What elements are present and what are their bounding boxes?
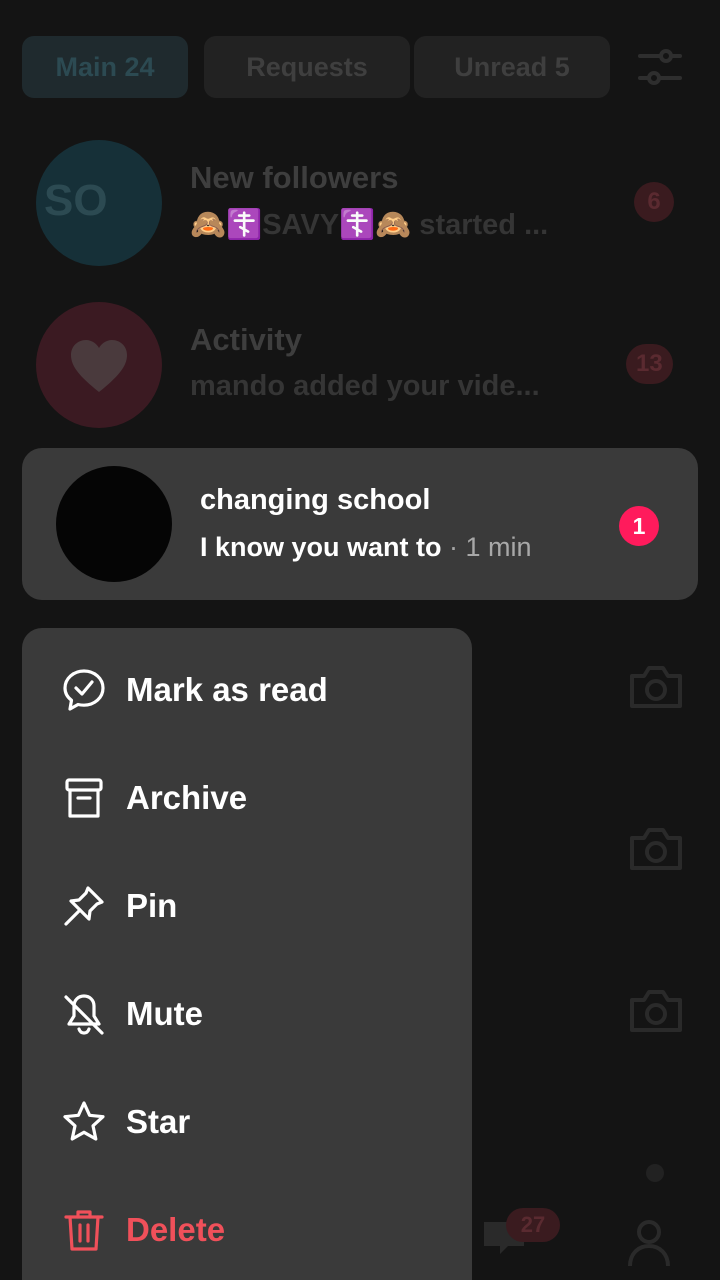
- avatar: [36, 302, 162, 428]
- menu-item-label: Pin: [126, 887, 178, 924]
- menu-item-label: Delete: [126, 1211, 226, 1248]
- camera-icon[interactable]: [628, 986, 684, 1034]
- star-icon: [63, 1101, 105, 1141]
- list-item-activity[interactable]: Activity mando added your vide... 13: [0, 294, 720, 434]
- avatar: SO: [36, 140, 162, 266]
- tab-main[interactable]: Main 24: [22, 36, 188, 98]
- menu-item-star[interactable]: Star: [22, 1068, 472, 1176]
- menu-item-delete[interactable]: Delete: [22, 1176, 472, 1280]
- menu-item-label: Mute: [126, 995, 203, 1032]
- menu-item-label: Star: [126, 1103, 191, 1140]
- selected-conversation[interactable]: changing school I know you want to · 1 m…: [22, 448, 698, 600]
- count-badge: 6: [634, 182, 674, 222]
- menu-item-mark-as-read[interactable]: Mark as read: [22, 636, 472, 744]
- avatar-initials: SO: [44, 176, 108, 225]
- menu-item-label: Mark as read: [126, 671, 328, 708]
- unread-badge: 1: [619, 506, 659, 546]
- inbox-tabs: Main 24 Requests Unread 5: [22, 36, 698, 98]
- camera-icon[interactable]: [628, 662, 684, 710]
- heart-icon: [71, 340, 127, 392]
- count-badge: 13: [626, 344, 673, 384]
- menu-item-label: Archive: [126, 779, 248, 816]
- status-dot: [646, 1164, 664, 1182]
- avatar: [56, 466, 172, 582]
- profile-nav-icon[interactable]: [626, 1218, 672, 1268]
- last-message: I know you want to: [200, 532, 442, 562]
- chat-check-icon: [63, 669, 105, 711]
- list-item-new-followers[interactable]: SO New followers 🙈☦️SAVY☦️🙈 started ... …: [0, 132, 720, 272]
- camera-icon[interactable]: [628, 824, 684, 872]
- filter-sliders-icon[interactable]: [636, 46, 684, 88]
- message-time: 1 min: [465, 532, 532, 562]
- conversation-title: changing school: [200, 484, 431, 516]
- row-title: New followers: [190, 160, 399, 195]
- tab-requests[interactable]: Requests: [204, 36, 410, 98]
- pin-icon: [64, 886, 104, 926]
- tab-unread[interactable]: Unread 5: [414, 36, 610, 98]
- conversation-preview: I know you want to · 1 min: [200, 532, 532, 563]
- row-subtitle: mando added your vide...: [190, 370, 540, 402]
- menu-item-archive[interactable]: Archive: [22, 744, 472, 852]
- trash-icon: [64, 1210, 104, 1251]
- separator: ·: [441, 532, 466, 562]
- menu-item-pin[interactable]: Pin: [22, 852, 472, 960]
- conversation-context-menu: Mark as read Archive Pin Mute Star Delet…: [22, 628, 472, 1280]
- archive-box-icon: [65, 778, 103, 818]
- row-subtitle: 🙈☦️SAVY☦️🙈 started ...: [190, 209, 549, 241]
- row-title: Activity: [190, 322, 302, 357]
- inbox-nav-badge: 27: [506, 1208, 560, 1242]
- menu-item-mute[interactable]: Mute: [22, 960, 472, 1068]
- bell-off-icon: [64, 994, 104, 1035]
